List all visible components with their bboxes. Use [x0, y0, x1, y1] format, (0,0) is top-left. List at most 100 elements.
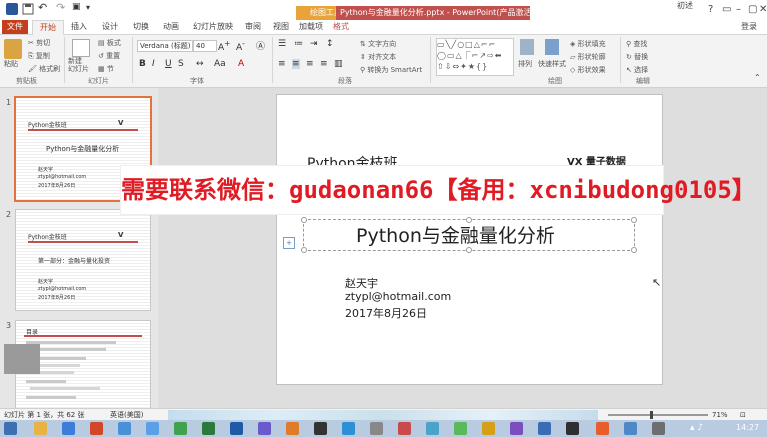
app-icon[interactable] [118, 422, 131, 435]
align-right-icon[interactable]: ≡ [306, 59, 314, 69]
font-color-icon[interactable]: A [238, 59, 244, 69]
align-text-button[interactable]: ⇕ 对齐文本 [360, 52, 396, 62]
align-left-icon[interactable]: ≡ [278, 59, 286, 69]
app-icon[interactable] [624, 422, 637, 435]
app-icon[interactable] [258, 422, 271, 435]
section-button[interactable]: ▦ 节 [98, 64, 114, 74]
shape-effects-button[interactable]: ◇ 形状效果 [570, 65, 606, 75]
explorer-icon[interactable] [34, 422, 47, 435]
tab-review[interactable]: 审阅 [240, 20, 266, 34]
justify-icon[interactable]: ≡ [320, 59, 328, 69]
bold-button[interactable]: B [139, 59, 146, 69]
text-direction-button[interactable]: ⇅ 文字方向 [360, 39, 396, 49]
paste-icon[interactable] [4, 39, 22, 59]
quick-styles-icon[interactable] [545, 39, 559, 55]
ribbon-display-icon[interactable]: ▭ [722, 4, 731, 15]
app-icon[interactable] [538, 422, 551, 435]
app-icon[interactable] [454, 422, 467, 435]
new-slide-button[interactable]: 新建 幻灯片 [68, 57, 89, 73]
font-name-select[interactable]: Verdana (标题) [137, 40, 193, 52]
tab-home[interactable]: 开始 [32, 20, 64, 35]
collapse-ribbon-icon[interactable]: ⌃ [754, 73, 761, 82]
app-icon[interactable] [202, 422, 215, 435]
quick-styles-button[interactable]: 快速样式 [538, 59, 566, 69]
shape-outline-button[interactable]: ▱ 形状轮廓 [570, 52, 606, 62]
reset-button[interactable]: ↺ 重置 [98, 51, 120, 61]
shape-fill-button[interactable]: ◈ 形状填充 [570, 39, 606, 49]
sign-in-link[interactable]: 登录 [736, 20, 762, 34]
minimize-icon[interactable]: – [736, 4, 741, 15]
undo-icon[interactable]: ↶ [38, 1, 50, 14]
tab-file[interactable]: 文件 [2, 20, 28, 34]
shrink-font-icon[interactable]: A- [236, 39, 245, 53]
maximize-icon[interactable]: ▢ [748, 4, 757, 15]
slide-date[interactable]: 2017年8月26日 [345, 305, 427, 321]
app-icon[interactable] [596, 422, 609, 435]
app-icon[interactable] [342, 422, 355, 435]
format-painter-button[interactable]: 🖌 格式刷 [28, 64, 60, 74]
copy-button[interactable]: ⎘ 复制 [28, 51, 50, 61]
app-icon[interactable] [426, 422, 439, 435]
close-icon[interactable]: ✕ [759, 4, 767, 15]
tab-transitions[interactable]: 切换 [128, 20, 154, 34]
paste-button[interactable]: 粘贴 [4, 59, 18, 69]
app-icon[interactable] [286, 422, 299, 435]
slide-author[interactable]: 赵天宇 [345, 275, 378, 291]
clear-format-icon[interactable]: Ⓐ [256, 39, 265, 52]
start-icon[interactable] [4, 422, 17, 435]
resize-handle[interactable] [631, 217, 637, 223]
app-icon[interactable] [146, 422, 159, 435]
help-icon[interactable]: ? [708, 4, 713, 15]
ie-icon[interactable] [62, 422, 75, 435]
select-button[interactable]: ↖ 选择 [626, 65, 648, 75]
tab-format[interactable]: 格式 [328, 20, 354, 34]
slide-thumbnail-2[interactable]: Python金枝班 V 第一部分：金融与量化投资 赵天宇 ztypl@hotma… [15, 209, 151, 311]
save-icon[interactable] [22, 3, 34, 15]
redo-icon[interactable]: ↷ [56, 1, 68, 14]
replace-button[interactable]: ↻ 替换 [626, 52, 648, 62]
align-center-icon[interactable]: ≡ [292, 59, 300, 69]
smartart-button[interactable]: ⚲ 转换为 SmartArt [360, 65, 422, 75]
zoom-slider[interactable] [608, 414, 708, 416]
app-icon[interactable] [566, 422, 579, 435]
app-icon[interactable] [230, 422, 243, 435]
char-spacing-icon[interactable]: ↔ [196, 59, 204, 69]
new-slide-icon[interactable] [72, 39, 90, 57]
shapes-gallery[interactable]: ▭╲╱○□△⌐⌐ ◯▭△⎾⌐↗⇨⬅ ⇧⇩⇔✦★{} [436, 38, 514, 76]
cut-button[interactable]: ✂ 剪切 [28, 38, 50, 48]
slide-email[interactable]: ztypl@hotmail.com [345, 290, 451, 303]
italic-button[interactable]: I [152, 59, 155, 69]
tab-animations[interactable]: 动画 [158, 20, 184, 34]
present-icon[interactable]: ▣ [72, 2, 84, 14]
tab-insert[interactable]: 插入 [66, 20, 92, 34]
layout-button[interactable]: ▤ 板式 [98, 38, 121, 48]
slide-title[interactable]: Python与金融量化分析 [356, 221, 555, 248]
zoom-slider-thumb[interactable] [650, 411, 653, 419]
shadow-button[interactable]: S [178, 59, 184, 69]
arrange-button[interactable]: 排列 [518, 59, 532, 69]
tab-design[interactable]: 设计 [96, 20, 124, 34]
tab-view[interactable]: 视图 [268, 20, 294, 34]
grow-font-icon[interactable]: A+ [218, 39, 230, 53]
app-icon[interactable] [314, 422, 327, 435]
bullets-icon[interactable]: ☰ [278, 39, 286, 49]
app-icon[interactable] [510, 422, 523, 435]
customize-dropdown-icon[interactable]: ▾ [86, 3, 98, 15]
arrange-icon[interactable] [520, 39, 534, 55]
app-icon[interactable] [482, 422, 495, 435]
change-case-icon[interactable]: Aa [214, 59, 226, 69]
tab-slideshow[interactable]: 幻灯片放映 [188, 20, 238, 34]
app-icon[interactable] [174, 422, 187, 435]
tray-icon[interactable] [652, 422, 665, 435]
app-icon[interactable] [370, 422, 383, 435]
find-button[interactable]: ⚲ 查找 [626, 39, 647, 49]
font-size-select[interactable]: 40 [193, 40, 217, 52]
underline-button[interactable]: U [165, 59, 172, 69]
resize-handle[interactable] [301, 247, 307, 253]
app-icon[interactable] [398, 422, 411, 435]
resize-handle[interactable] [301, 217, 307, 223]
tab-addins[interactable]: 加载项 [296, 20, 326, 34]
columns-icon[interactable]: ▥ [334, 59, 343, 69]
line-spacing-icon[interactable]: ↕ [326, 39, 334, 49]
powerpoint-taskbar-icon[interactable] [90, 422, 103, 435]
